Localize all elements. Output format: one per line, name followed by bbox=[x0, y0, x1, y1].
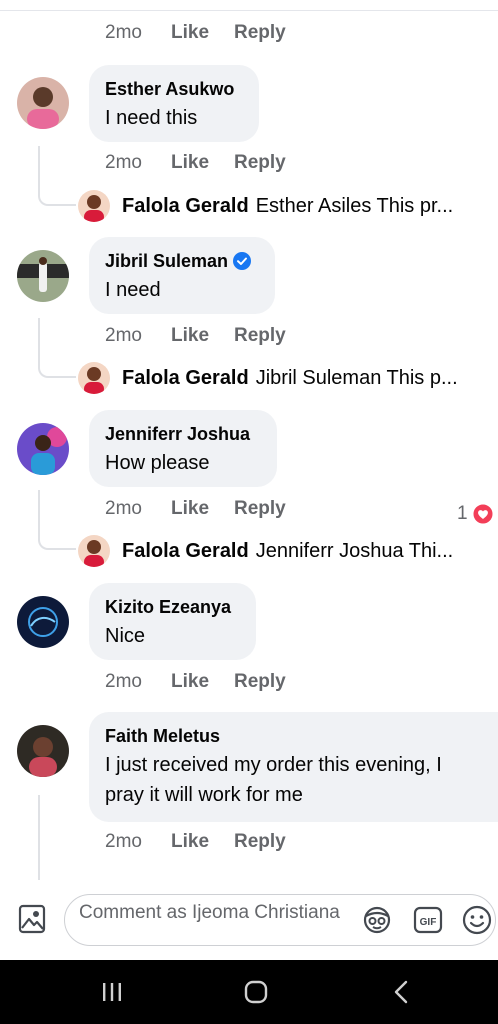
system-nav-bar bbox=[0, 960, 498, 1024]
verified-badge-icon bbox=[233, 252, 252, 270]
comment-author[interactable]: Jibril Suleman bbox=[105, 249, 259, 273]
comment-author[interactable]: Esther Asukwo bbox=[105, 77, 243, 101]
comment-bubble[interactable]: Esther Asukwo I need this bbox=[89, 65, 259, 142]
comment-text: I need bbox=[105, 279, 161, 301]
comment-actions: 2mo Like Reply bbox=[105, 671, 286, 693]
reply-button[interactable]: Reply bbox=[234, 671, 286, 693]
comment-author[interactable]: Jenniferr Joshua bbox=[105, 422, 261, 446]
recent-apps-icon[interactable] bbox=[96, 976, 128, 1008]
comment-actions: 2mo Like Reply bbox=[105, 831, 286, 853]
comment-text: Nice bbox=[105, 625, 146, 647]
comment-placeholder: Comment as Ijeoma Christiana bbox=[79, 902, 340, 923]
comment-actions: 2mo Like Reply bbox=[105, 152, 286, 174]
like-button[interactable]: Like bbox=[171, 325, 234, 347]
reply-text: Jibril Suleman This p... bbox=[255, 366, 458, 389]
reply-author[interactable]: Falola Gerald bbox=[122, 367, 249, 390]
comment-composer: Comment as Ijeoma Christiana GIF bbox=[0, 880, 498, 960]
photo-icon[interactable] bbox=[18, 904, 46, 934]
reply-author[interactable]: Falola Gerald bbox=[122, 540, 249, 563]
comment-time: 2mo bbox=[105, 22, 142, 43]
comment-author[interactable]: Faith Meletus bbox=[105, 724, 482, 748]
reply-preview[interactable]: Falola Gerald Esther Asiles This pr... bbox=[78, 189, 453, 223]
home-icon[interactable] bbox=[240, 976, 272, 1008]
comment-time: 2mo bbox=[105, 498, 142, 519]
comment-time: 2mo bbox=[105, 831, 142, 852]
like-button[interactable]: Like bbox=[171, 22, 234, 44]
reaction-count: 1 bbox=[457, 503, 468, 524]
comments-feed[interactable]: 2mo Like Reply Esther Asukwo I need this… bbox=[0, 0, 498, 880]
like-button[interactable]: Like bbox=[171, 498, 234, 520]
comment-text: I just received my order this evening, I… bbox=[105, 754, 442, 806]
gif-icon[interactable]: GIF bbox=[412, 904, 444, 936]
comment-author[interactable]: Kizito Ezeanya bbox=[105, 595, 240, 619]
reply-text: Jenniferr Joshua Thi... bbox=[255, 539, 454, 562]
reply-button[interactable]: Reply bbox=[234, 325, 286, 347]
reply-button[interactable]: Reply bbox=[234, 22, 286, 44]
comment-bubble[interactable]: Faith Meletus I just received my order t… bbox=[89, 712, 498, 822]
svg-text:GIF: GIF bbox=[420, 917, 437, 928]
back-icon[interactable] bbox=[386, 976, 418, 1008]
comment-actions: 2mo Like Reply bbox=[105, 22, 286, 44]
thread-line bbox=[38, 146, 40, 176]
reply-button[interactable]: Reply bbox=[234, 498, 286, 520]
reply-button[interactable]: Reply bbox=[234, 152, 286, 174]
emoji-icon[interactable] bbox=[461, 904, 493, 936]
like-button[interactable]: Like bbox=[171, 152, 234, 174]
avatar bbox=[78, 362, 110, 394]
avatar[interactable] bbox=[17, 725, 69, 777]
avatar[interactable] bbox=[17, 250, 69, 302]
comment-actions: 2mo Like Reply bbox=[105, 498, 286, 520]
reply-preview[interactable]: Falola Gerald Jenniferr Joshua Thi... bbox=[78, 534, 453, 568]
comment-bubble[interactable]: Kizito Ezeanya Nice bbox=[89, 583, 256, 660]
avatar[interactable] bbox=[17, 423, 69, 475]
reply-author[interactable]: Falola Gerald bbox=[122, 195, 249, 218]
thread-line bbox=[38, 490, 40, 520]
avatar-sticker-icon[interactable] bbox=[361, 904, 393, 936]
comment-text: How please bbox=[105, 452, 210, 474]
comment-time: 2mo bbox=[105, 325, 142, 346]
reply-preview[interactable]: Falola Gerald Jibril Suleman This p... bbox=[78, 361, 458, 395]
thread-connector bbox=[38, 176, 76, 206]
comment-time: 2mo bbox=[105, 671, 142, 692]
comment-actions: 2mo Like Reply bbox=[105, 325, 286, 347]
heart-reaction-icon bbox=[472, 503, 494, 525]
thread-connector bbox=[38, 348, 76, 378]
reply-button[interactable]: Reply bbox=[234, 831, 286, 853]
comment-bubble[interactable]: Jenniferr Joshua How please bbox=[89, 410, 277, 487]
comment-bubble[interactable]: Jibril Suleman I need bbox=[89, 237, 275, 314]
reaction-summary[interactable]: 1 bbox=[457, 503, 494, 525]
thread-connector bbox=[38, 520, 76, 550]
avatar bbox=[78, 535, 110, 567]
like-button[interactable]: Like bbox=[171, 671, 234, 693]
reply-text: Esther Asiles This pr... bbox=[255, 194, 454, 217]
thread-line bbox=[38, 318, 40, 348]
avatar[interactable] bbox=[17, 596, 69, 648]
avatar bbox=[78, 190, 110, 222]
avatar[interactable] bbox=[17, 77, 69, 129]
comment-time: 2mo bbox=[105, 152, 142, 173]
thread-line bbox=[38, 795, 40, 880]
like-button[interactable]: Like bbox=[171, 831, 234, 853]
comment-text: I need this bbox=[105, 107, 198, 129]
